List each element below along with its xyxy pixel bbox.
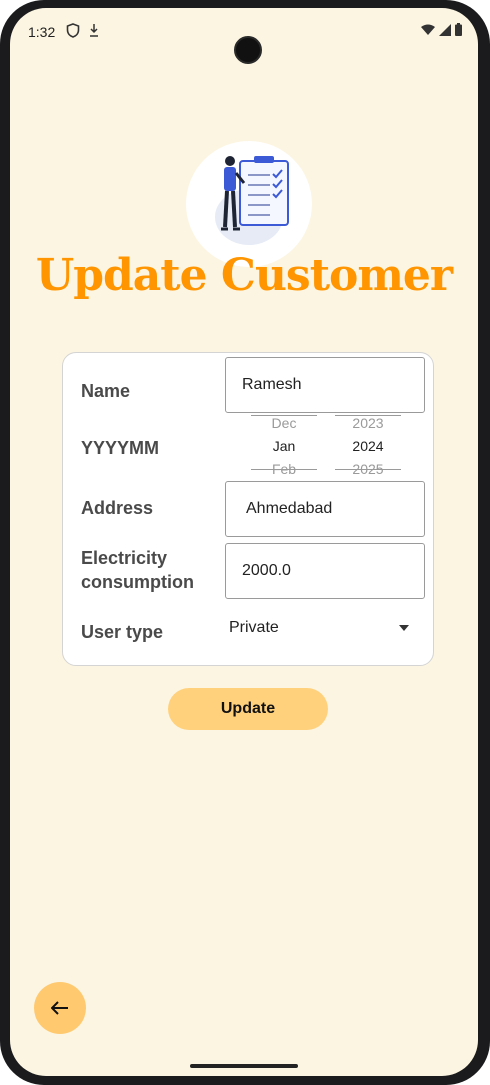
consumption-label-line1: Electricity <box>81 548 168 568</box>
year-picker[interactable]: 2023 2024 2025 <box>333 412 403 481</box>
customer-form-card: Name Ramesh YYYYMM Dec Jan Feb 2023 2024… <box>62 352 434 666</box>
app-screen: 1:32 Update Customer Name Ramesh YYYYMM … <box>10 8 478 1076</box>
name-input-value: Ramesh <box>242 376 302 393</box>
name-label: Name <box>81 381 131 401</box>
signal-icon <box>439 23 451 36</box>
consumption-input[interactable]: 2000.0 <box>225 543 425 599</box>
month-picker-divider-top <box>251 415 317 416</box>
user-type-label: User type <box>81 622 164 642</box>
year-picker-next[interactable]: 2025 <box>333 458 403 481</box>
caret-down-icon[interactable] <box>399 625 409 631</box>
month-picker-next[interactable]: Feb <box>249 458 319 481</box>
consumption-input-value: 2000.0 <box>242 562 291 579</box>
page-title: Update Customer <box>35 250 453 301</box>
shield-icon <box>66 23 80 38</box>
year-picker-divider-top <box>335 415 401 416</box>
consumption-label-line2: consumption <box>81 572 194 592</box>
download-icon <box>90 24 98 37</box>
home-indicator[interactable] <box>190 1064 298 1068</box>
user-type-select[interactable]: Private <box>229 619 279 637</box>
arrow-left-icon <box>51 1001 68 1015</box>
status-icons-right <box>421 23 462 36</box>
address-label: Address <box>81 498 154 518</box>
front-camera <box>234 36 262 64</box>
year-picker-selected[interactable]: 2024 <box>333 435 403 458</box>
name-input[interactable]: Ramesh <box>225 357 425 413</box>
back-button[interactable] <box>34 982 86 1034</box>
address-input-value: Ahmedabad <box>246 500 333 517</box>
update-button[interactable]: Update <box>168 688 328 730</box>
battery-icon <box>455 23 462 36</box>
wifi-icon <box>421 24 435 35</box>
yyyymm-label: YYYYMM <box>81 438 160 458</box>
checklist-illustration <box>186 141 312 267</box>
status-time: 1:32 <box>28 24 56 40</box>
month-picker[interactable]: Dec Jan Feb <box>249 412 319 481</box>
clipboard-person-icon <box>215 156 289 245</box>
phone-frame: 1:32 Update Customer Name Ramesh YYYYMM … <box>0 0 490 1085</box>
address-input[interactable]: Ahmedabad <box>225 481 425 537</box>
month-picker-selected[interactable]: Jan <box>249 435 319 458</box>
status-icons-left <box>66 23 100 38</box>
